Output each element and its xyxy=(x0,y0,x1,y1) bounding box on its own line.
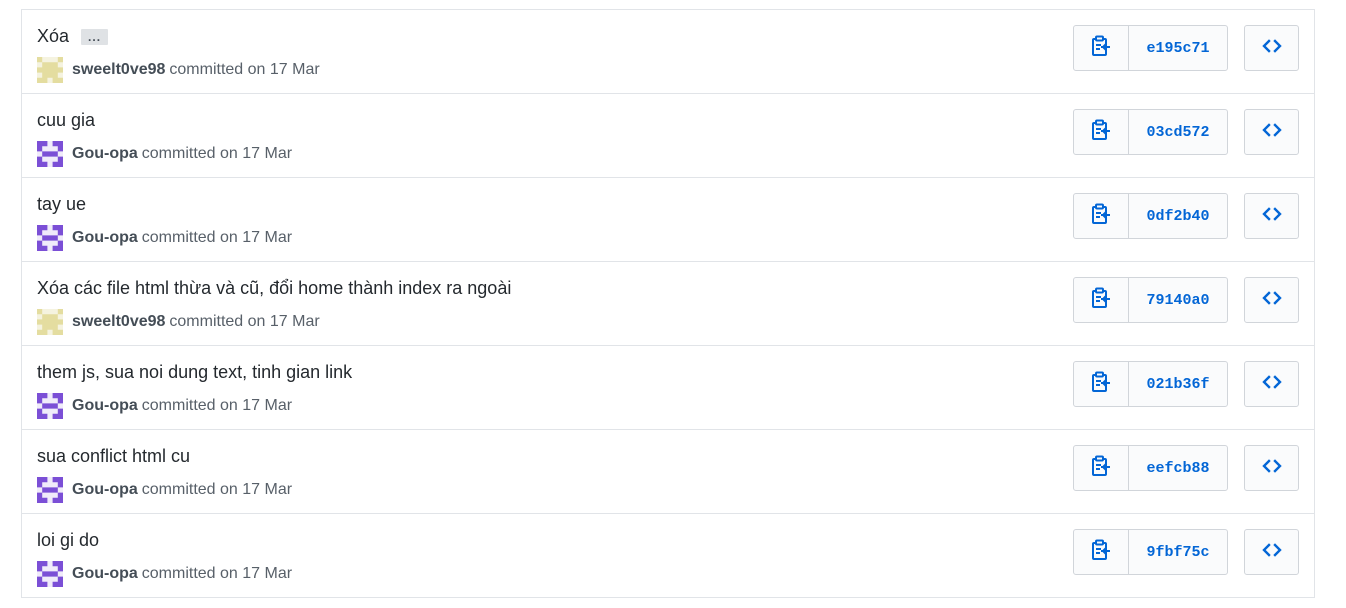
browse-repo-button[interactable] xyxy=(1244,445,1299,491)
sha-button-group: 79140a0 xyxy=(1073,277,1228,323)
commit-message-link[interactable]: Xóa các file html thừa và cũ, đổi home t… xyxy=(37,278,511,299)
commit-meta: Gou-opa committed on 17 Mar xyxy=(37,225,292,251)
commit-message-link[interactable]: cuu gia xyxy=(37,110,95,131)
commit-meta: Gou-opa committed on 17 Mar xyxy=(37,393,292,419)
commit-meta: sweelt0ve98 committed on 17 Mar xyxy=(37,57,320,83)
clipboard-copy-icon xyxy=(1091,287,1111,314)
avatar[interactable] xyxy=(37,57,63,83)
author-link[interactable]: Gou-opa xyxy=(72,397,138,415)
avatar[interactable] xyxy=(37,477,63,503)
copy-sha-button[interactable] xyxy=(1074,26,1129,70)
browse-repo-button[interactable] xyxy=(1244,529,1299,575)
commit-sha-link[interactable]: eefcb88 xyxy=(1129,446,1227,490)
commit-title-wrap: sua conflict html cu xyxy=(37,446,190,467)
browse-repo-button[interactable] xyxy=(1244,193,1299,239)
commit-meta: Gou-opa committed on 17 Mar xyxy=(37,141,292,167)
commit-meta: sweelt0ve98 committed on 17 Mar xyxy=(37,309,320,335)
commit-date: committed on 17 Mar xyxy=(141,397,293,414)
commit-date: committed on 17 Mar xyxy=(169,313,320,330)
commit-title-wrap: tay ue xyxy=(37,194,86,215)
commit-sha-link[interactable]: 0df2b40 xyxy=(1129,194,1227,238)
avatar[interactable] xyxy=(37,141,63,167)
browse-repo-button[interactable] xyxy=(1244,361,1299,407)
avatar[interactable] xyxy=(37,561,63,587)
avatar[interactable] xyxy=(37,225,63,251)
commit-row: Xóa ... sweelt0ve98 committed on 17 Mar … xyxy=(22,10,1314,94)
commit-row: cuu gia Gou-opa committed on 17 Mar 03cd… xyxy=(22,94,1314,178)
code-icon xyxy=(1261,374,1282,394)
commit-date: committed on 17 Mar xyxy=(141,565,293,582)
commit-title-wrap: Xóa ... xyxy=(37,26,109,47)
commit-row: them js, sua noi dung text, tinh gian li… xyxy=(22,346,1314,430)
author-link[interactable]: sweelt0ve98 xyxy=(72,61,165,79)
commit-date: committed on 17 Mar xyxy=(141,145,293,162)
commit-message-link[interactable]: them js, sua noi dung text, tinh gian li… xyxy=(37,362,352,383)
code-icon xyxy=(1261,38,1282,58)
commit-meta: Gou-opa committed on 17 Mar xyxy=(37,561,292,587)
commit-row: Xóa các file html thừa và cũ, đổi home t… xyxy=(22,262,1314,346)
author-link[interactable]: Gou-opa xyxy=(72,565,138,583)
clipboard-copy-icon xyxy=(1091,539,1111,566)
avatar[interactable] xyxy=(37,309,63,335)
browse-repo-button[interactable] xyxy=(1244,25,1299,71)
copy-sha-button[interactable] xyxy=(1074,362,1129,406)
code-icon xyxy=(1261,122,1282,142)
author-link[interactable]: Gou-opa xyxy=(72,229,138,247)
browse-repo-button[interactable] xyxy=(1244,277,1299,323)
code-icon xyxy=(1261,290,1282,310)
expand-message-button[interactable]: ... xyxy=(81,28,109,45)
commit-row: tay ue Gou-opa committed on 17 Mar 0df2b… xyxy=(22,178,1314,262)
sha-button-group: eefcb88 xyxy=(1073,445,1228,491)
commit-message-link[interactable]: Xóa xyxy=(37,26,69,47)
commit-date: committed on 17 Mar xyxy=(169,61,320,78)
author-link[interactable]: Gou-opa xyxy=(72,145,138,163)
code-icon xyxy=(1261,206,1282,226)
commit-message-link[interactable]: loi gi do xyxy=(37,530,99,551)
copy-sha-button[interactable] xyxy=(1074,194,1129,238)
sha-button-group: 021b36f xyxy=(1073,361,1228,407)
author-link[interactable]: Gou-opa xyxy=(72,481,138,499)
commit-date: committed on 17 Mar xyxy=(141,481,293,498)
commit-row: loi gi do Gou-opa committed on 17 Mar 9f… xyxy=(22,514,1314,598)
commit-sha-link[interactable]: e195c71 xyxy=(1129,26,1227,70)
browse-repo-button[interactable] xyxy=(1244,109,1299,155)
copy-sha-button[interactable] xyxy=(1074,446,1129,490)
copy-sha-button[interactable] xyxy=(1074,530,1129,574)
clipboard-copy-icon xyxy=(1091,455,1111,482)
commit-title-wrap: cuu gia xyxy=(37,110,95,131)
clipboard-copy-icon xyxy=(1091,119,1111,146)
commit-title-wrap: Xóa các file html thừa và cũ, đổi home t… xyxy=(37,278,511,299)
sha-button-group: 03cd572 xyxy=(1073,109,1228,155)
commit-row: sua conflict html cu Gou-opa committed o… xyxy=(22,430,1314,514)
commit-message-link[interactable]: sua conflict html cu xyxy=(37,446,190,467)
commit-message-link[interactable]: tay ue xyxy=(37,194,86,215)
copy-sha-button[interactable] xyxy=(1074,110,1129,154)
commit-list: Xóa ... sweelt0ve98 committed on 17 Mar … xyxy=(21,9,1315,598)
avatar[interactable] xyxy=(37,393,63,419)
sha-button-group: 0df2b40 xyxy=(1073,193,1228,239)
clipboard-copy-icon xyxy=(1091,35,1111,62)
clipboard-copy-icon xyxy=(1091,203,1111,230)
copy-sha-button[interactable] xyxy=(1074,278,1129,322)
commit-date: committed on 17 Mar xyxy=(141,229,293,246)
commit-title-wrap: loi gi do xyxy=(37,530,99,551)
commit-title-wrap: them js, sua noi dung text, tinh gian li… xyxy=(37,362,352,383)
commit-sha-link[interactable]: 79140a0 xyxy=(1129,278,1227,322)
clipboard-copy-icon xyxy=(1091,371,1111,398)
sha-button-group: e195c71 xyxy=(1073,25,1228,71)
commit-sha-link[interactable]: 9fbf75c xyxy=(1129,530,1227,574)
commit-sha-link[interactable]: 03cd572 xyxy=(1129,110,1227,154)
sha-button-group: 9fbf75c xyxy=(1073,529,1228,575)
commit-meta: Gou-opa committed on 17 Mar xyxy=(37,477,292,503)
code-icon xyxy=(1261,458,1282,478)
commit-sha-link[interactable]: 021b36f xyxy=(1129,362,1227,406)
code-icon xyxy=(1261,542,1282,562)
author-link[interactable]: sweelt0ve98 xyxy=(72,313,165,331)
